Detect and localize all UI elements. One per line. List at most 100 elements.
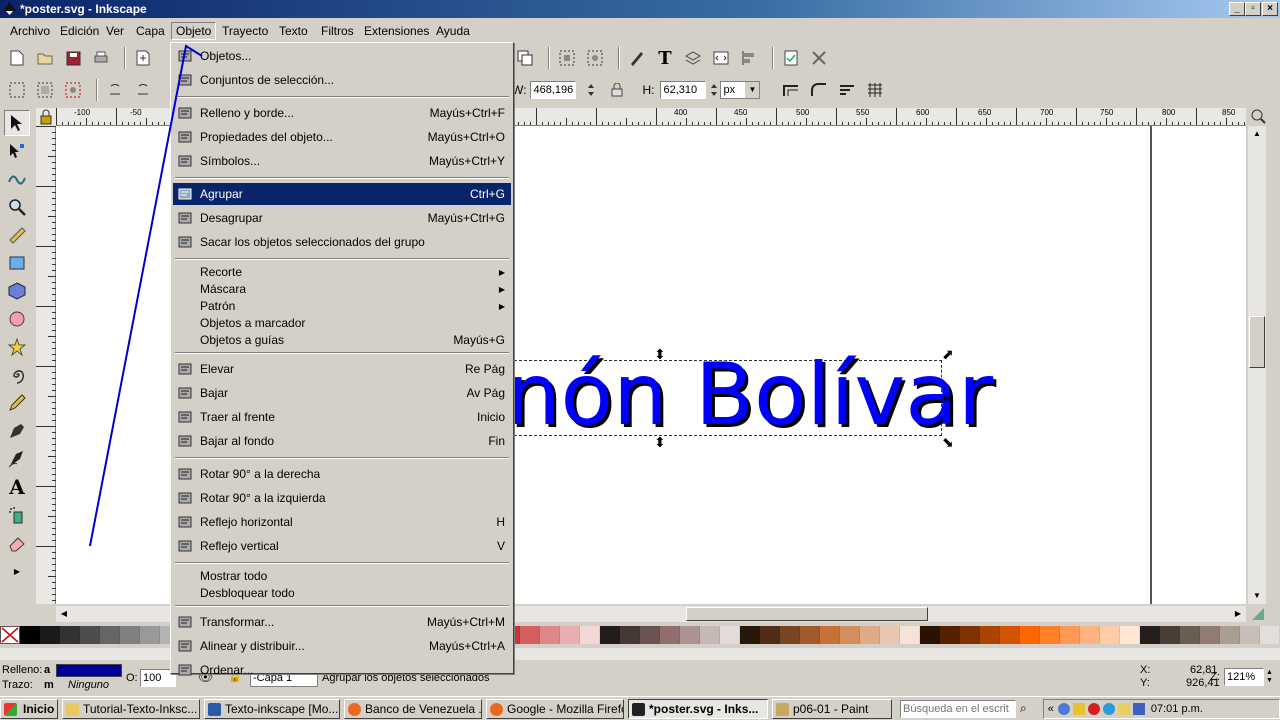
spiral-tool-icon[interactable] bbox=[4, 362, 30, 388]
preferences-icon[interactable] bbox=[808, 47, 830, 69]
color-swatch[interactable] bbox=[540, 626, 560, 644]
scroll-down-arrow-icon[interactable]: ▼ bbox=[1248, 588, 1266, 604]
layers-dialog-icon[interactable] bbox=[682, 47, 704, 69]
menu-archivo[interactable]: Archivo bbox=[6, 22, 54, 40]
close-button[interactable]: × bbox=[1262, 2, 1278, 16]
3d-box-tool-icon[interactable] bbox=[4, 278, 30, 304]
color-swatch[interactable] bbox=[1080, 626, 1100, 644]
color-swatch[interactable] bbox=[620, 626, 640, 644]
color-swatch[interactable] bbox=[840, 626, 860, 644]
canvas-settings-icon[interactable] bbox=[1250, 606, 1266, 622]
spray-tool-icon[interactable] bbox=[4, 502, 30, 528]
pencil-tool-icon[interactable] bbox=[4, 390, 30, 416]
menu-item-conjuntos-de-selección[interactable]: Conjuntos de selección... bbox=[173, 69, 511, 91]
menu-objeto[interactable]: Objeto bbox=[171, 22, 217, 40]
task-word[interactable]: Texto-inkscape [Mo... bbox=[204, 698, 340, 719]
lock-ratio-icon[interactable] bbox=[606, 79, 628, 101]
rotate-cw-toolbar-icon[interactable] bbox=[132, 79, 154, 101]
color-swatch[interactable] bbox=[120, 626, 140, 644]
more-tools-icon[interactable]: ▶ bbox=[4, 558, 30, 584]
menu-item-rotar-90-a-la-derecha[interactable]: Rotar 90° a la derecha bbox=[173, 463, 511, 485]
color-swatch[interactable] bbox=[60, 626, 80, 644]
menu-item-rotar-90-a-la-izquierda[interactable]: Rotar 90° a la izquierda bbox=[173, 487, 511, 509]
scroll-thumb[interactable] bbox=[1249, 316, 1265, 368]
tray-network-icon[interactable] bbox=[1057, 702, 1070, 715]
scale-handle-right[interactable]: ⬌ bbox=[942, 390, 954, 407]
color-swatch[interactable] bbox=[140, 626, 160, 644]
task-inkscape[interactable]: *poster.svg - Inks... bbox=[628, 698, 768, 719]
text-font-dialog-icon[interactable]: T bbox=[654, 47, 676, 69]
task-tutorial[interactable]: Tutorial-Texto-Inksc... bbox=[62, 698, 200, 719]
menu-item-recorte[interactable]: Recorte ▶ bbox=[173, 264, 511, 281]
color-swatch[interactable] bbox=[760, 626, 780, 644]
color-swatch[interactable] bbox=[660, 626, 680, 644]
menu-filtros[interactable]: Filtros bbox=[317, 22, 358, 40]
search-icon[interactable]: ⌕ bbox=[1020, 701, 1027, 716]
menu-item-traer-al-frente[interactable]: Traer al frente Inicio bbox=[173, 406, 511, 428]
zoom-spin-icon[interactable]: ▲ ▼ bbox=[1266, 669, 1276, 685]
xml-editor-icon[interactable] bbox=[710, 47, 732, 69]
color-swatch[interactable] bbox=[700, 626, 720, 644]
color-swatch[interactable] bbox=[860, 626, 880, 644]
pen-tool-icon[interactable] bbox=[4, 418, 30, 444]
color-swatch[interactable] bbox=[640, 626, 660, 644]
tray-monitor-icon[interactable] bbox=[1132, 702, 1145, 715]
zoom-field[interactable] bbox=[1224, 668, 1264, 686]
color-swatch[interactable] bbox=[1140, 626, 1160, 644]
color-swatch[interactable] bbox=[80, 626, 100, 644]
tray-security-icon[interactable] bbox=[1072, 702, 1085, 715]
color-swatch[interactable] bbox=[1020, 626, 1040, 644]
menu-item-patrón[interactable]: Patrón ▶ bbox=[173, 298, 511, 315]
scroll-thumb[interactable] bbox=[686, 607, 928, 621]
star-tool-icon[interactable] bbox=[4, 334, 30, 360]
menu-item-objetos[interactable]: Objetos... bbox=[173, 45, 511, 67]
task-banco[interactable]: Banco de Venezuela ... bbox=[344, 698, 482, 719]
tweak-tool-icon[interactable] bbox=[4, 166, 30, 192]
task-google[interactable]: Google - Mozilla Firefox bbox=[486, 698, 624, 719]
menu-item-bajar-al-fondo[interactable]: Bajar al fondo Fin bbox=[173, 430, 511, 452]
menu-item-objetos-a-guías[interactable]: Objetos a guías Mayús+G bbox=[173, 332, 511, 349]
color-swatch[interactable] bbox=[20, 626, 40, 644]
desktop-search-input[interactable] bbox=[900, 699, 1016, 718]
menu-item-máscara[interactable]: Máscara ▶ bbox=[173, 281, 511, 298]
move-gradients-icon[interactable] bbox=[836, 79, 858, 101]
color-swatch[interactable] bbox=[1260, 626, 1280, 644]
color-swatch[interactable] bbox=[520, 626, 540, 644]
vertical-scrollbar[interactable]: ▲ ▼ bbox=[1248, 126, 1266, 604]
text-tool-icon[interactable]: A bbox=[4, 474, 30, 500]
task-paint[interactable]: p06-01 - Paint bbox=[772, 698, 892, 719]
scroll-right-arrow-icon[interactable]: ▶ bbox=[1230, 606, 1246, 622]
menu-item-símbolos[interactable]: Símbolos... Mayús+Ctrl+Y bbox=[173, 150, 511, 172]
save-icon[interactable] bbox=[62, 47, 84, 69]
color-swatch[interactable] bbox=[960, 626, 980, 644]
move-patterns-icon[interactable] bbox=[864, 79, 886, 101]
color-swatch[interactable] bbox=[920, 626, 940, 644]
color-swatch[interactable] bbox=[1060, 626, 1080, 644]
color-swatch[interactable] bbox=[1120, 626, 1140, 644]
menu-item-alinear-y-distribuir[interactable]: Alinear y distribuir... Mayús+Ctrl+A bbox=[173, 635, 511, 657]
color-swatch[interactable] bbox=[900, 626, 920, 644]
color-swatch[interactable] bbox=[1240, 626, 1260, 644]
spin-arrows-icon[interactable] bbox=[580, 79, 602, 101]
height-field[interactable] bbox=[660, 81, 707, 99]
color-swatch[interactable] bbox=[880, 626, 900, 644]
scale-handle-top[interactable]: ⬍ bbox=[654, 346, 666, 363]
menu-capa[interactable]: Capa bbox=[132, 22, 169, 40]
color-swatch[interactable] bbox=[1000, 626, 1020, 644]
menu-item-bajar[interactable]: Bajar Av Pág bbox=[173, 382, 511, 404]
menu-item-elevar[interactable]: Elevar Re Pág bbox=[173, 358, 511, 380]
maximize-button[interactable]: ▫ bbox=[1245, 2, 1261, 16]
color-swatch[interactable] bbox=[740, 626, 760, 644]
color-swatch[interactable] bbox=[1180, 626, 1200, 644]
scale-stroke-icon[interactable] bbox=[780, 79, 802, 101]
node-tool-icon[interactable] bbox=[4, 138, 30, 164]
scale-handle-bottom[interactable]: ⬍ bbox=[654, 434, 666, 451]
scroll-left-arrow-icon[interactable]: ◀ bbox=[56, 606, 72, 622]
color-swatch[interactable] bbox=[580, 626, 600, 644]
no-paint-swatch[interactable] bbox=[0, 626, 20, 644]
color-swatch[interactable] bbox=[1200, 626, 1220, 644]
calligraphy-tool-icon[interactable] bbox=[4, 446, 30, 472]
document-properties-icon[interactable] bbox=[780, 47, 802, 69]
scale-handle-corner-ne[interactable]: ⬈ bbox=[942, 346, 954, 363]
menu-item-propiedades-del-objeto[interactable]: Propiedades del objeto... Mayús+Ctrl+O bbox=[173, 126, 511, 148]
